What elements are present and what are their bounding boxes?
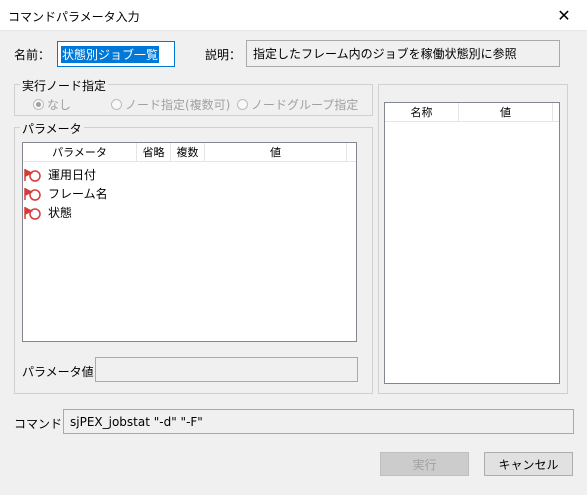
description-field: 指定したフレーム内のジョブを稼働状態別に参照	[246, 40, 560, 67]
required-param-icon	[24, 168, 43, 182]
col-side-value[interactable]: 値	[459, 103, 553, 121]
radio-circle-node-group	[237, 99, 248, 110]
command-value: sjPEX_jobstat "-d" "-F"	[70, 414, 203, 429]
radio-label-node-group: ノードグループ指定	[251, 98, 359, 112]
radio-label-node: ノード指定(複数可)	[125, 98, 231, 112]
radio-node-group[interactable]: ノードグループ指定	[237, 96, 358, 113]
radio-none[interactable]: なし	[33, 96, 71, 113]
side-list[interactable]: 名称 値	[384, 102, 560, 384]
param-value-field[interactable]	[95, 357, 358, 382]
col-value[interactable]: 値	[205, 143, 347, 161]
radio-circle-node	[111, 99, 122, 110]
exec-node-label: 実行ノード指定	[20, 77, 109, 94]
col-side-name[interactable]: 名称	[385, 103, 459, 121]
description-label: 説明：	[205, 48, 242, 62]
param-row[interactable]: フレーム名	[23, 184, 108, 203]
window-title: コマンドパラメータ入力	[8, 10, 140, 24]
cancel-button[interactable]: キャンセル	[484, 452, 573, 476]
col-param[interactable]: パラメータ	[23, 143, 137, 161]
close-button[interactable]: ✕	[541, 0, 587, 30]
col-multi[interactable]: 複数	[171, 143, 205, 161]
execute-button[interactable]: 実行	[380, 452, 469, 476]
param-name: 運用日付	[48, 168, 97, 182]
radio-node[interactable]: ノード指定(複数可)	[111, 96, 230, 113]
param-value-label: パラメータ値：	[22, 365, 106, 379]
param-name: 状態	[48, 206, 73, 220]
param-row[interactable]: 運用日付	[23, 165, 96, 184]
description-value: 指定したフレーム内のジョブを稼働状態別に参照	[253, 47, 517, 61]
param-row[interactable]: 状態	[23, 203, 72, 222]
col-omit[interactable]: 省略	[137, 143, 171, 161]
param-list-header: パラメータ 省略 複数 値	[23, 143, 356, 162]
name-label: 名前：	[14, 48, 51, 62]
name-value: 状態別ジョブ一覧	[61, 45, 160, 63]
side-list-header: 名称 値	[385, 103, 559, 122]
required-param-icon	[24, 187, 43, 201]
command-field: sjPEX_jobstat "-d" "-F"	[63, 409, 574, 434]
param-group-label: パラメータ	[20, 120, 84, 137]
close-icon: ✕	[557, 5, 571, 25]
required-param-icon	[24, 206, 43, 220]
title-bar: コマンドパラメータ入力 ✕	[0, 0, 587, 31]
name-field[interactable]: 状態別ジョブ一覧	[57, 41, 175, 67]
radio-circle-none	[33, 99, 44, 110]
param-name: フレーム名	[48, 187, 108, 201]
radio-label-none: なし	[47, 98, 72, 112]
param-list[interactable]: パラメータ 省略 複数 値 運用日付 フレーム名 状態	[22, 142, 357, 342]
